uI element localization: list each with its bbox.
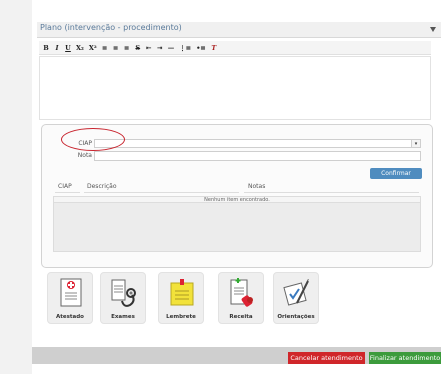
empty-message: Nenhum item encontrado. — [54, 197, 420, 203]
orientacoes-button[interactable]: Orientações — [273, 272, 319, 324]
prescription-icon — [230, 278, 253, 307]
indent-icon[interactable]: ⇥ — [157, 43, 163, 53]
highlight-circle — [61, 128, 125, 151]
underline-icon[interactable]: U — [65, 43, 71, 53]
column-header-descricao: Descrição — [87, 183, 117, 190]
nota-label: Nota — [77, 152, 92, 159]
strikethrough-icon[interactable]: S — [135, 43, 141, 53]
cancel-attendance-button[interactable]: Cancelar atendimento — [288, 352, 365, 364]
horizontal-rule-icon[interactable]: — — [168, 43, 175, 53]
section-title: Plano (intervenção - procedimento) — [40, 23, 182, 32]
guidance-icon — [283, 279, 309, 306]
column-divider — [84, 192, 239, 193]
column-divider — [244, 192, 419, 193]
certificate-icon — [60, 278, 82, 307]
align-center-icon[interactable]: ≡ — [113, 43, 119, 53]
section-header[interactable]: Plano (intervenção - procedimento) — [37, 22, 441, 38]
confirm-button[interactable]: Confirmar — [370, 168, 422, 179]
unordered-list-icon[interactable]: •≡ — [196, 43, 206, 53]
chevron-down-icon[interactable]: ▾ — [411, 140, 420, 147]
nota-input[interactable] — [94, 151, 421, 161]
clear-format-icon[interactable]: T — [211, 43, 217, 53]
action-label: Orientações — [277, 314, 315, 320]
italic-icon[interactable]: I — [54, 43, 60, 53]
action-label: Exames — [111, 314, 135, 320]
atestado-button[interactable]: Atestado — [47, 272, 93, 324]
action-label: Atestado — [56, 314, 84, 320]
items-grid: Nenhum item encontrado. — [53, 196, 421, 252]
exames-button[interactable]: Exames — [100, 272, 146, 324]
editor-textarea[interactable] — [39, 56, 431, 120]
column-header-ciap: CIAP — [58, 183, 72, 190]
align-left-icon[interactable]: ≡ — [102, 43, 108, 53]
lembrete-button[interactable]: Lembrete — [158, 272, 204, 324]
editor-toolbar: B I U X₂ X² ≡ ≡ ≡ S ⇤ ⇥ — ⋮≡ •≡ T — [39, 41, 431, 55]
align-right-icon[interactable]: ≡ — [124, 43, 130, 53]
subscript-icon[interactable]: X₂ — [76, 43, 84, 53]
ciap-select[interactable]: ▾ — [94, 139, 421, 148]
finish-attendance-button[interactable]: Finalizar atendimento — [369, 352, 441, 364]
column-header-notas: Notas — [248, 183, 266, 190]
action-label: Receita — [229, 314, 253, 320]
stethoscope-icon — [111, 279, 136, 307]
superscript-icon[interactable]: X² — [89, 43, 97, 53]
sticky-note-icon — [170, 279, 194, 306]
receita-button[interactable]: Receita — [218, 272, 264, 324]
outdent-icon[interactable]: ⇤ — [146, 43, 152, 53]
column-divider — [55, 192, 80, 193]
ordered-list-icon[interactable]: ⋮≡ — [179, 43, 191, 53]
action-label: Lembrete — [166, 314, 196, 320]
page: Plano (intervenção - procedimento) B I U… — [0, 0, 441, 374]
chevron-down-icon[interactable] — [430, 27, 436, 32]
bold-icon[interactable]: B — [43, 43, 49, 53]
